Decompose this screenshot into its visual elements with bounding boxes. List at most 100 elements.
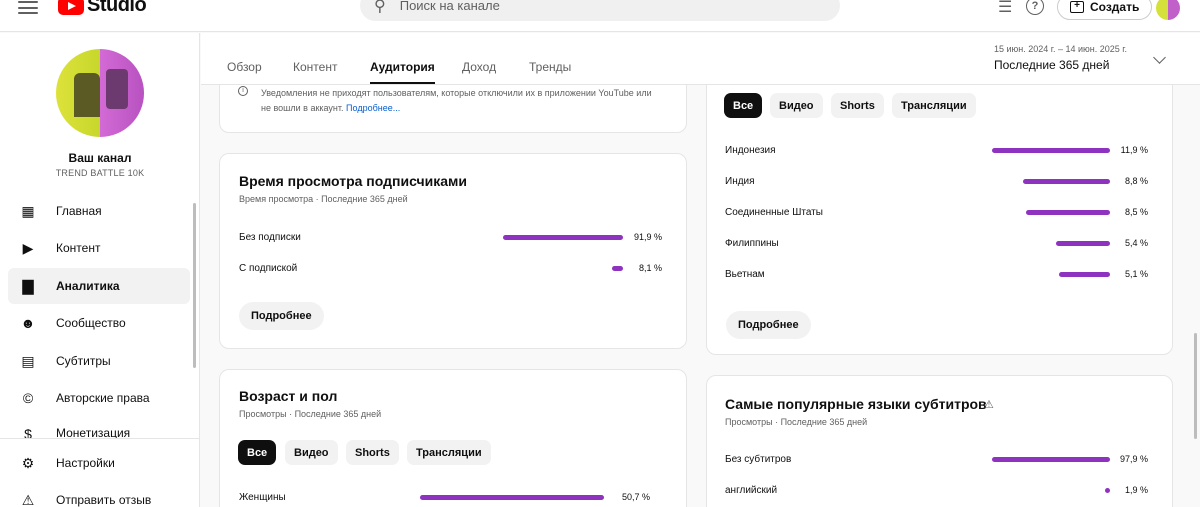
- bar-fill: [420, 495, 604, 500]
- notice-link[interactable]: Подробнее...: [346, 103, 400, 113]
- card-title: Возраст и пол: [239, 388, 338, 404]
- row-pct: 50,7 %: [621, 492, 650, 502]
- sidebar-item-analytics[interactable]: ▇ Аналитика: [8, 268, 190, 304]
- sidebar-item-label: Субтитры: [56, 354, 111, 368]
- bar-fill: [1025, 210, 1110, 215]
- sidebar-item-feedback[interactable]: ⚠ Отправить отзыв: [8, 482, 190, 507]
- row-label: Женщины: [239, 492, 286, 503]
- logo-text: Studio: [87, 0, 147, 16]
- community-icon: ☻: [20, 315, 36, 331]
- bar-fill: [1056, 241, 1110, 246]
- age-gender-card: Возраст и пол Просмотры · Последние 365 …: [219, 369, 687, 507]
- tab-audience[interactable]: Аудитория: [370, 60, 435, 84]
- sidebar-divider: [0, 438, 200, 439]
- channel-handle: TREND BATTLE 10K: [55, 168, 145, 178]
- bar-fill: [1059, 272, 1110, 277]
- filter-chip-shorts[interactable]: Shorts: [346, 440, 399, 465]
- help-icon[interactable]: ?: [1026, 0, 1044, 15]
- channel-name: Ваш канал: [68, 151, 132, 165]
- date-range[interactable]: 15 июн. 2024 г. – 14 июн. 2025 г.: [994, 44, 1127, 54]
- channel-avatar[interactable]: [56, 49, 144, 137]
- row-label: Индонезия: [725, 145, 776, 156]
- search-icon[interactable]: ⚲: [374, 0, 386, 16]
- row-label: Без субтитров: [725, 454, 792, 465]
- filter-chip-all[interactable]: Все: [238, 440, 277, 465]
- row-pct: 1,9 %: [1124, 485, 1148, 495]
- sidebar-item-subtitles[interactable]: ▤ Субтитры: [8, 343, 190, 379]
- search-bar[interactable]: ⚲: [360, 0, 840, 21]
- info-icon: i: [238, 86, 248, 96]
- bar-fill: [1022, 179, 1110, 184]
- date-period[interactable]: Последние 365 дней: [994, 58, 1109, 72]
- sidebar-scrollbar[interactable]: [193, 203, 196, 368]
- tab-overview[interactable]: Обзор: [227, 60, 262, 74]
- bar-fill: [992, 457, 1110, 462]
- bar-fill: [503, 235, 623, 240]
- sidebar-item-label: Аналитика: [56, 279, 120, 293]
- row-pct: 97,9 %: [1119, 454, 1148, 464]
- row-label: С подпиской: [239, 263, 298, 274]
- row-pct: 8,8 %: [1124, 176, 1148, 186]
- warning-icon[interactable]: ⚠: [984, 398, 994, 411]
- row-pct: 5,4 %: [1124, 238, 1148, 248]
- sidebar-item-dashboard[interactable]: ▦ Главная: [8, 193, 190, 229]
- create-button[interactable]: + Создать: [1057, 0, 1153, 20]
- sidebar-item-settings[interactable]: ⚙ Настройки: [8, 445, 190, 481]
- sidebar-item-label: Авторские права: [56, 391, 150, 405]
- menu-icon[interactable]: [18, 0, 38, 14]
- row-pct: 5,1 %: [1124, 269, 1148, 279]
- filter-chip-video[interactable]: Видео: [770, 93, 823, 118]
- sidebar-item-monetization[interactable]: $ Монетизация: [8, 418, 190, 438]
- row-pct: 91,9 %: [633, 232, 662, 242]
- gear-icon: ⚙: [21, 454, 35, 471]
- filter-chip-shorts[interactable]: Shorts: [831, 93, 884, 118]
- tab-trends[interactable]: Тренды: [529, 60, 571, 74]
- row-pct: 8,5 %: [1124, 207, 1148, 217]
- row-label: английский: [725, 485, 778, 496]
- create-label: Создать: [1090, 0, 1140, 14]
- sidebar-item-label: Монетизация: [56, 426, 131, 438]
- row-label: Без подписки: [239, 232, 301, 243]
- chevron-down-icon[interactable]: [1153, 51, 1166, 64]
- sidebar-item-label: Контент: [56, 241, 101, 255]
- filter-chip-all[interactable]: Все: [724, 93, 763, 118]
- card-subtitle: Просмотры · Последние 365 дней: [239, 409, 382, 419]
- tab-revenue[interactable]: Доход: [462, 60, 496, 74]
- bar-fill: [992, 148, 1110, 153]
- filter-chip-live[interactable]: Трансляции: [407, 440, 491, 465]
- create-plus-icon: +: [1070, 1, 1084, 13]
- analytics-icon: ▇: [22, 277, 34, 294]
- row-pct: 11,9 %: [1120, 145, 1148, 155]
- filter-chip-video[interactable]: Видео: [285, 440, 338, 465]
- row-label: Филиппины: [725, 238, 779, 249]
- sidebar-item-community[interactable]: ☻ Сообщество: [8, 305, 190, 341]
- sidebar-item-label: Отправить отзыв: [56, 493, 152, 507]
- card-subtitle: Время просмотра · Последние 365 дней: [239, 194, 408, 204]
- sidebar-item-content[interactable]: ▶ Контент: [8, 230, 190, 266]
- top-bar: Studio ⚲ ☰ ? + Создать: [0, 0, 1200, 32]
- filter-chip-live[interactable]: Трансляции: [892, 93, 976, 118]
- page-scrollbar[interactable]: [1194, 333, 1197, 439]
- notifications-icon[interactable]: ☰: [998, 0, 1012, 17]
- account-avatar[interactable]: [1156, 0, 1180, 20]
- search-input[interactable]: [399, 0, 800, 13]
- card-title: Время просмотра подписчиками: [239, 173, 467, 189]
- subtitles-icon: ▤: [21, 352, 35, 369]
- feedback-icon: ⚠: [21, 491, 35, 507]
- more-button[interactable]: Подробнее: [726, 311, 811, 339]
- content-icon: ▶: [22, 239, 34, 256]
- monetization-icon: $: [24, 426, 32, 438]
- more-button[interactable]: Подробнее: [239, 302, 324, 330]
- studio-logo[interactable]: Studio: [58, 0, 147, 17]
- dashboard-icon: ▦: [21, 202, 35, 219]
- row-pct: 8,1 %: [638, 263, 662, 273]
- row-label: Соединенные Штаты: [725, 207, 823, 218]
- sidebar-item-copyright[interactable]: © Авторские права: [8, 380, 190, 416]
- notice-text: Уведомления не приходят пользователям, к…: [261, 88, 652, 113]
- subtitle-languages-card: Самые популярные языки субтитров ⚠ Просм…: [706, 375, 1173, 507]
- tab-content[interactable]: Контент: [293, 60, 337, 74]
- row-label: Индия: [725, 176, 755, 187]
- analytics-tabs-bar: Обзор Контент Аудитория Доход Тренды 15 …: [201, 33, 1200, 85]
- row-label: Вьетнам: [725, 269, 765, 280]
- sidebar-item-label: Сообщество: [56, 316, 126, 330]
